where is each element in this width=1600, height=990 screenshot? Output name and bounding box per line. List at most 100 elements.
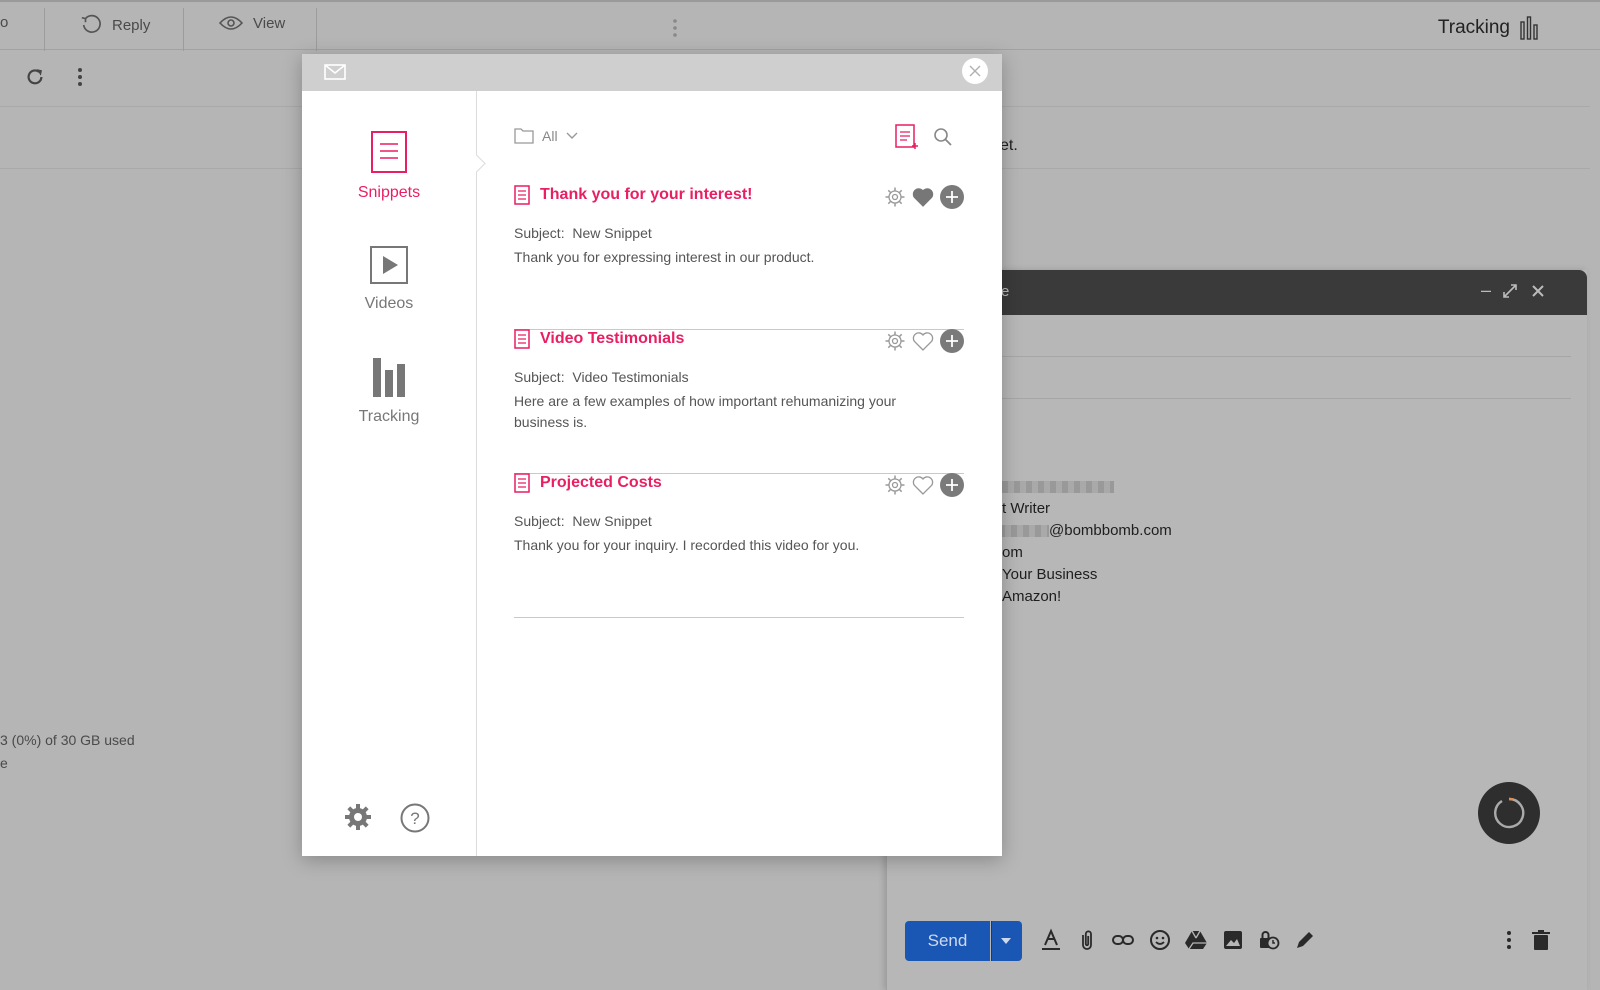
link-icon[interactable] xyxy=(1111,928,1135,952)
bar-chart-icon xyxy=(373,358,405,397)
heart-outline-icon[interactable] xyxy=(912,475,934,495)
help-button[interactable]: ? xyxy=(400,803,430,838)
reply-button[interactable]: Reply xyxy=(80,14,150,36)
plus-icon xyxy=(946,335,958,347)
reply-label: Reply xyxy=(112,16,151,34)
modal-header xyxy=(302,54,1002,91)
gear-icon[interactable] xyxy=(884,474,906,496)
signature-pen-icon[interactable] xyxy=(1293,928,1317,952)
message-fragment: et. xyxy=(1000,137,1018,154)
gear-icon[interactable] xyxy=(884,186,906,208)
refresh-icon[interactable] xyxy=(24,66,46,93)
tracking-top-label: Tracking xyxy=(1437,17,1510,38)
more-vert-icon[interactable] xyxy=(672,18,678,43)
help-icon: ? xyxy=(400,803,430,833)
compose-title: e xyxy=(1001,283,1010,300)
sidebar-item-snippets[interactable]: Snippets xyxy=(302,131,476,202)
snippet-title-label: Projected Costs xyxy=(540,474,662,491)
heart-outline-icon[interactable] xyxy=(912,331,934,351)
view-label: View xyxy=(253,14,286,32)
heart-filled-icon[interactable] xyxy=(912,187,934,207)
document-icon xyxy=(514,329,530,349)
snippet-body: Here are a few examples of how important… xyxy=(514,393,897,430)
toolbar-divider xyxy=(44,8,45,51)
gear-icon xyxy=(345,804,371,830)
attach-icon[interactable] xyxy=(1075,928,1099,952)
snippets-panel: All Thank you for your interest! Subject… xyxy=(478,91,1002,856)
storage-text-2: e xyxy=(0,755,8,771)
document-icon xyxy=(371,131,407,173)
caret-down-icon xyxy=(1001,938,1011,944)
text-format-icon[interactable] xyxy=(1039,928,1063,952)
snippet-subject: Subject: New Snippet xyxy=(514,513,652,529)
modal-sidebar: Snippets Videos Tracking ? xyxy=(302,91,477,856)
snippet-title-label: Video Testimonials xyxy=(540,330,685,347)
image-icon[interactable] xyxy=(1221,928,1245,952)
toolbar-partial-label: o xyxy=(0,14,9,31)
svg-text:?: ? xyxy=(410,809,419,828)
send-button[interactable]: Send xyxy=(905,921,990,961)
snippet-body: Thank you for expressing interest in our… xyxy=(514,249,815,265)
gmail-toolbar: o Reply View Tracking xyxy=(0,0,1600,51)
chevron-down-icon xyxy=(566,132,578,139)
toolbar-divider xyxy=(316,8,317,51)
sidebar-item-tracking[interactable]: Tracking xyxy=(302,357,476,426)
more-vert-icon[interactable] xyxy=(1497,928,1521,952)
sidebar-item-label: Snippets xyxy=(357,184,421,201)
new-snippet-icon[interactable] xyxy=(895,124,919,150)
reply-icon xyxy=(81,14,101,33)
send-label: Send xyxy=(927,931,968,950)
plus-icon xyxy=(946,479,958,491)
gear-icon[interactable] xyxy=(884,330,906,352)
signature-line-3: om xyxy=(1002,544,1023,561)
view-button[interactable]: View xyxy=(219,14,285,32)
signature-line-4: Your Business xyxy=(1002,566,1098,583)
drive-icon[interactable] xyxy=(1184,928,1208,952)
signature-email: @bombbomb.com xyxy=(987,522,1172,539)
envelope-icon xyxy=(324,64,346,80)
emoji-icon[interactable] xyxy=(1148,928,1172,952)
document-icon xyxy=(514,473,530,493)
more-vert-icon[interactable] xyxy=(77,67,83,92)
confidential-icon[interactable] xyxy=(1257,928,1281,952)
close-icon xyxy=(969,65,981,77)
settings-button[interactable] xyxy=(344,803,372,836)
snippet-card[interactable]: Video Testimonials Subject: Video Testim… xyxy=(514,329,964,474)
snippet-title[interactable]: Projected Costs xyxy=(514,473,662,493)
insert-snippet-button[interactable] xyxy=(940,329,964,353)
sidebar-item-label: Tracking xyxy=(358,408,420,425)
modal-close-button[interactable] xyxy=(962,58,988,84)
bar-chart-icon xyxy=(1520,16,1538,40)
folder-filter-dropdown[interactable]: All xyxy=(514,127,578,144)
trash-icon[interactable] xyxy=(1529,928,1553,952)
snippet-title[interactable]: Video Testimonials xyxy=(514,329,684,349)
signature-line-5: Amazon! xyxy=(1002,588,1062,605)
signature-line-1: t Writer xyxy=(1002,500,1051,517)
toolbar-divider xyxy=(183,8,184,51)
filter-label: All xyxy=(542,127,558,144)
insert-snippet-button[interactable] xyxy=(940,185,964,209)
signature-blurred xyxy=(1002,478,1114,495)
snippet-subject: Subject: Video Testimonials xyxy=(514,369,689,385)
eye-icon xyxy=(219,16,243,30)
snippet-card[interactable]: Projected Costs Subject: New Snippet Tha… xyxy=(514,473,964,618)
snippet-body: Thank you for your inquiry. I recorded t… xyxy=(514,537,860,553)
sidebar-item-videos[interactable]: Videos xyxy=(302,246,476,313)
expand-icon[interactable] xyxy=(1503,284,1517,298)
snippet-subject: Subject: New Snippet xyxy=(514,225,652,241)
snippet-title-label: Thank you for your interest! xyxy=(540,186,753,203)
folder-icon xyxy=(514,128,534,144)
storage-text: 3 (0%) of 30 GB used xyxy=(0,732,135,748)
minimize-icon[interactable]: – xyxy=(1481,280,1491,301)
search-icon[interactable] xyxy=(933,127,953,147)
insert-snippet-button[interactable] xyxy=(940,473,964,497)
spinner-icon xyxy=(1494,797,1525,829)
tracking-top-button[interactable]: Tracking xyxy=(1438,16,1538,40)
send-options-button[interactable] xyxy=(991,921,1022,961)
sidebar-item-label: Videos xyxy=(364,295,414,312)
snippet-card[interactable]: Thank you for your interest! Subject: Ne… xyxy=(514,185,964,330)
play-icon xyxy=(370,246,408,284)
document-icon xyxy=(514,185,530,205)
snippet-title[interactable]: Thank you for your interest! xyxy=(514,185,752,205)
close-icon[interactable] xyxy=(1531,284,1545,298)
